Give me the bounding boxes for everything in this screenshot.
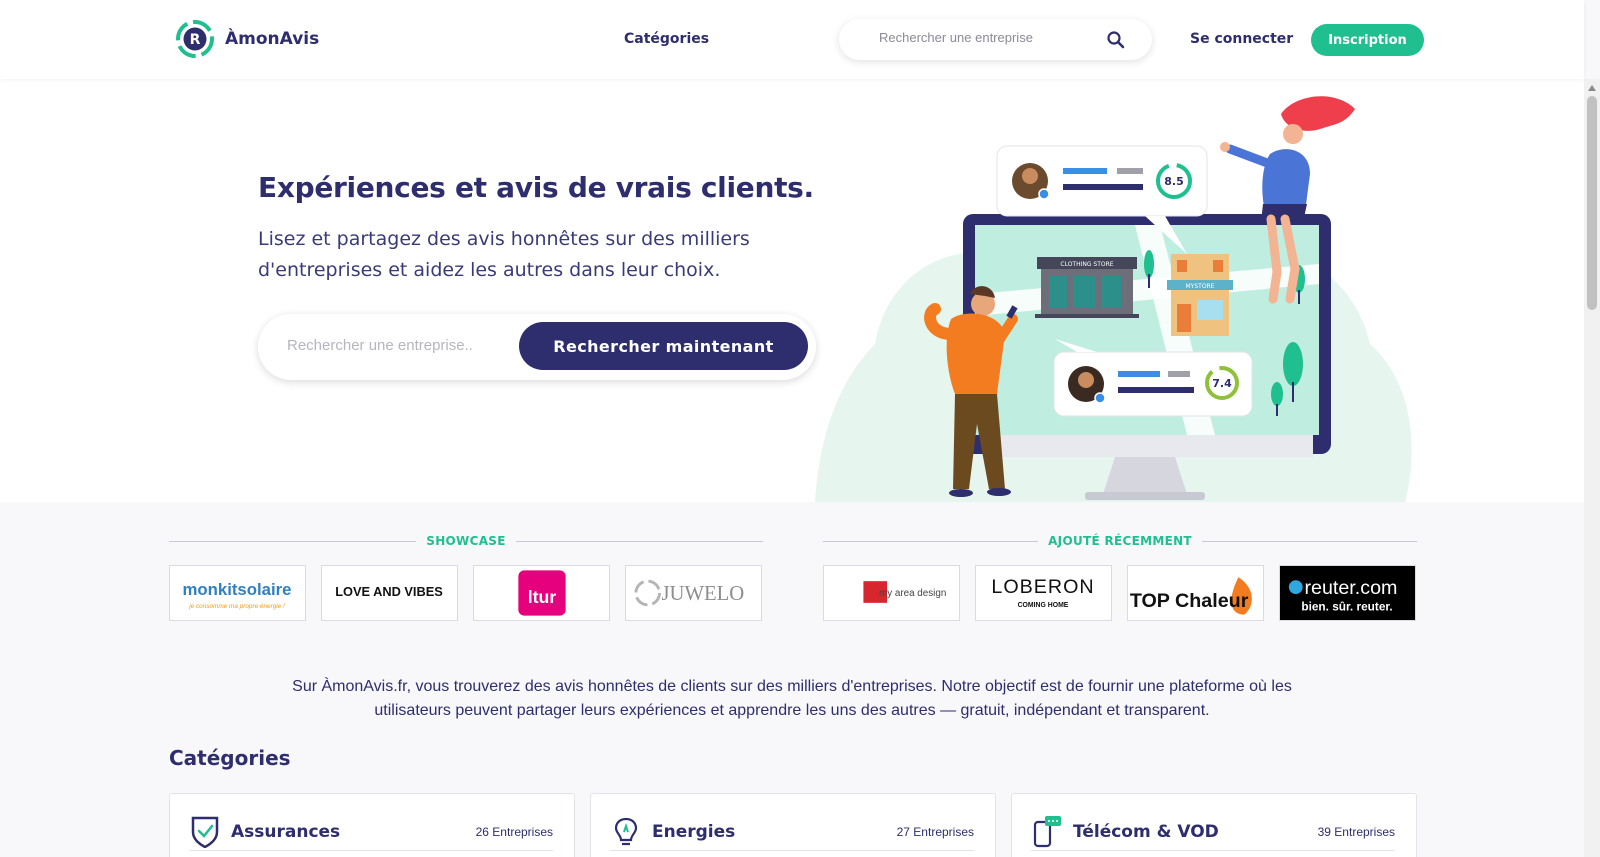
svg-text:reuter.com: reuter.com <box>1304 577 1397 599</box>
hero-illustration: CLOTHING STORE MYSTORE 8.5 7.4 <box>815 96 1412 502</box>
showcase-label: SHOWCASE <box>426 534 506 548</box>
svg-text:MYSTORE: MYSTORE <box>1186 283 1215 290</box>
svg-text:CLOTHING STORE: CLOTHING STORE <box>1060 261 1113 268</box>
clothing-store-graphic: CLOTHING STORE <box>1035 257 1139 318</box>
hero-search-button[interactable]: Rechercher maintenant <box>519 322 808 370</box>
shield-check-icon <box>191 816 219 848</box>
showcase-logo-ltur[interactable]: ltur <box>473 565 610 621</box>
brand-name: ÀmonAvis <box>225 29 320 49</box>
top-navbar: R ÀmonAvis Catégories Se connecter Inscr… <box>0 0 1584 79</box>
lightbulb-icon <box>614 817 638 846</box>
category-count: 27 Entreprises <box>896 825 974 839</box>
brand-logo[interactable]: R ÀmonAvis <box>175 19 319 59</box>
scrollbar-thumb[interactable] <box>1587 96 1597 310</box>
showcase-logo-juwelo[interactable]: JUWELO <box>625 565 762 621</box>
scroll-up-arrow-icon[interactable] <box>1588 85 1596 91</box>
recent-logo-loberon[interactable]: LOBERON COMING HOME <box>975 565 1112 621</box>
hero-search-box: Rechercher maintenant <box>258 314 816 380</box>
recent-logo-reuter[interactable]: reuter.com bien. sûr. reuter. <box>1279 565 1416 621</box>
header-search-box <box>839 19 1152 60</box>
page-scrollbar[interactable] <box>1584 79 1600 857</box>
divider-line <box>1201 540 1417 542</box>
loberon-logo: LOBERON COMING HOME <box>991 576 1094 609</box>
svg-text:LOVE AND VIBES: LOVE AND VIBES <box>335 584 443 599</box>
divider-line <box>1031 850 1395 851</box>
svg-text:COMING HOME: COMING HOME <box>1018 602 1069 609</box>
divider-line <box>189 850 553 851</box>
divider-line <box>515 540 763 542</box>
svg-text:my area design: my area design <box>879 588 946 599</box>
login-link[interactable]: Se connecter <box>1190 31 1293 47</box>
ltur-logo: ltur <box>518 570 566 616</box>
recent-header: AJOUTÉ RÉCEMMENT <box>823 533 1417 549</box>
category-name: Assurances <box>231 822 341 842</box>
search-icon[interactable] <box>1106 30 1126 50</box>
signup-button[interactable]: Inscription <box>1311 24 1424 56</box>
svg-text:R: R <box>190 32 201 48</box>
divider-line <box>169 540 417 542</box>
divider-line <box>823 540 1039 542</box>
category-count: 39 Entreprises <box>1317 825 1395 839</box>
top-chaleur-logo: TOP Chaleur <box>1130 577 1252 615</box>
category-card-telecom-vod[interactable]: Télécom & VOD 39 Entreprises <box>1011 793 1417 857</box>
hero-search-input[interactable] <box>287 337 507 354</box>
recent-label: AJOUTÉ RÉCEMMENT <box>1048 534 1192 548</box>
category-name: Energies <box>652 822 736 842</box>
juwelo-logo: JUWELO <box>634 579 744 607</box>
divider-line <box>610 850 974 851</box>
svg-text:7.4: 7.4 <box>1212 377 1232 390</box>
recent-logo-top-chaleur[interactable]: TOP Chaleur <box>1127 565 1264 621</box>
category-count: 26 Entreprises <box>475 825 553 839</box>
svg-text:monkitsolaire: monkitsolaire <box>183 580 292 599</box>
showcase-logo-monkitsolaire[interactable]: monkitsolaire je consomme ma propre éner… <box>169 565 306 621</box>
monkitsolaire-logo: monkitsolaire je consomme ma propre éner… <box>183 580 292 610</box>
hero-title: Expériences et avis de vrais clients. <box>258 171 814 204</box>
phone-chat-icon <box>1033 816 1061 848</box>
svg-text:bien. sûr. reuter.: bien. sûr. reuter. <box>1301 600 1392 614</box>
recent-logo-my-area-design[interactable]: my area design <box>823 565 960 621</box>
hero-section: Expériences et avis de vrais clients. Li… <box>0 79 1584 502</box>
header-search-input[interactable] <box>879 30 1099 45</box>
svg-text:TOP Chaleur: TOP Chaleur <box>1130 590 1249 612</box>
hero-subtitle: Lisez et partagez des avis honnêtes sur … <box>258 228 750 281</box>
categories-heading: Catégories <box>169 746 291 770</box>
reuter-logo: reuter.com bien. sûr. reuter. <box>1288 577 1397 614</box>
my-area-design-logo: my area design <box>863 581 946 603</box>
love-and-vibes-logo: LOVE AND VIBES <box>335 584 443 599</box>
svg-text:ltur: ltur <box>528 587 557 607</box>
category-card-assurances[interactable]: Assurances 26 Entreprises <box>169 793 575 857</box>
category-name: Télécom & VOD <box>1073 822 1219 842</box>
showcase-logo-love-and-vibes[interactable]: LOVE AND VIBES <box>321 565 458 621</box>
svg-text:JUWELO: JUWELO <box>661 583 744 605</box>
svg-text:LOBERON: LOBERON <box>991 576 1094 598</box>
mystore-graphic: MYSTORE <box>1167 254 1233 336</box>
category-card-energies[interactable]: Energies 27 Entreprises <box>590 793 996 857</box>
brand-logo-icon: R <box>176 20 214 58</box>
showcase-header: SHOWCASE <box>169 533 763 549</box>
svg-text:8.5: 8.5 <box>1164 175 1184 188</box>
about-text: Sur ÀmonAvis.fr, vous trouverez des avis… <box>292 678 1292 719</box>
svg-text:je consomme ma propre énergie: je consomme ma propre énergie ! <box>188 603 285 610</box>
nav-categories-link[interactable]: Catégories <box>624 31 709 47</box>
